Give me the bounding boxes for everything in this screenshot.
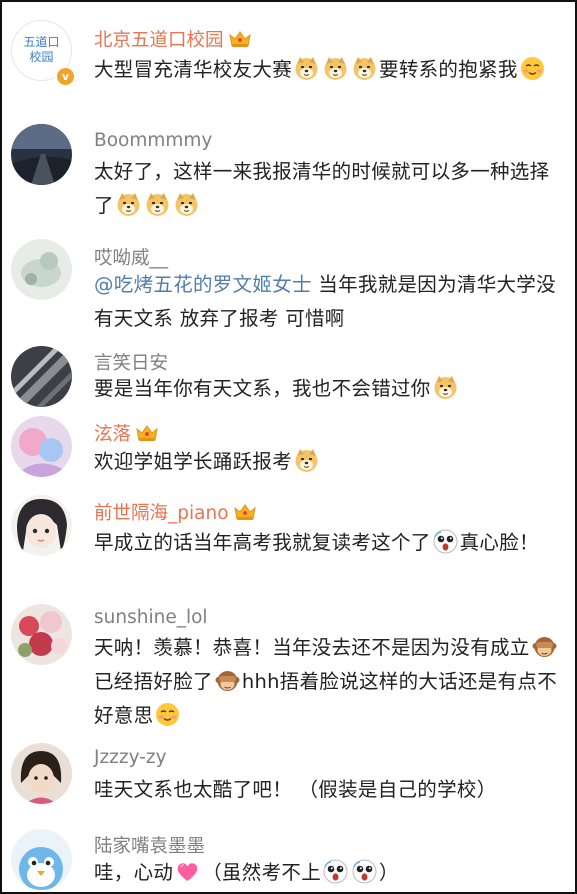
smug-face-emoji bbox=[155, 702, 180, 727]
comment-text-segment: 要是当年你有天文系，我也不会错过你 bbox=[94, 377, 431, 400]
avatar-logo-text: 五道口 校园 bbox=[23, 35, 60, 64]
avatar[interactable] bbox=[11, 346, 72, 407]
comment-text: 要是当年你有天文系，我也不会错过你 bbox=[94, 372, 564, 406]
doge-emoji bbox=[174, 192, 199, 217]
comment-text: 欢迎学姐学长踊跃报考 bbox=[94, 445, 564, 479]
comment-text-segment: （虽然考不上 bbox=[202, 861, 322, 884]
avatar[interactable] bbox=[11, 829, 72, 890]
username: sunshine_lol bbox=[94, 607, 208, 628]
username-link[interactable]: 哎呦威__ bbox=[94, 244, 168, 270]
comment-text-segment: ） bbox=[379, 861, 399, 884]
username: 哎呦威__ bbox=[94, 248, 169, 269]
doge-emoji bbox=[145, 192, 170, 217]
username: 北京五道口校园 bbox=[94, 30, 224, 51]
username: 陆家嘴袁墨墨 bbox=[94, 836, 206, 857]
username-link[interactable]: sunshine_lol bbox=[94, 607, 208, 628]
shocked-face-emoji bbox=[433, 529, 458, 554]
smug-face-emoji bbox=[520, 56, 545, 81]
comment-text: 太好了，这样一来我报清华的时候就可以多一种选择了 bbox=[94, 155, 564, 223]
comment-text-segment: 天呐！羡慕！恭喜！当年没去还不是因为没有成立 bbox=[94, 636, 530, 659]
see-no-evil-monkey-emoji bbox=[215, 668, 240, 693]
vip-crown-icon bbox=[135, 423, 159, 443]
avatar[interactable] bbox=[11, 124, 72, 185]
comment-text: 大型冒充清华校友大赛 要转系的抱紧我 bbox=[94, 53, 564, 87]
username: Jzzzy-zy bbox=[94, 747, 167, 768]
avatar[interactable] bbox=[11, 604, 72, 665]
username-link[interactable]: 前世隔海_piano bbox=[94, 499, 257, 525]
comment-text: @吃烤五花的罗文姬女士 当年我就是因为清华大学没有天文系 放弃了报考 可惜啊 bbox=[94, 268, 564, 336]
avatar[interactable] bbox=[11, 239, 72, 300]
doge-emoji bbox=[433, 375, 458, 400]
comment-text-segment: 大型冒充清华校友大赛 bbox=[94, 58, 293, 81]
avatar[interactable] bbox=[11, 416, 72, 477]
username: 泫落 bbox=[94, 424, 132, 445]
username-link[interactable]: Boommmmy bbox=[94, 130, 212, 151]
username-link[interactable]: 陆家嘴袁墨墨 bbox=[94, 832, 205, 858]
shocked-face-emoji bbox=[323, 859, 348, 884]
comment-text-segment: 早成立的话当年高考我就复读考这个了 bbox=[94, 531, 431, 554]
comment-text-segment: 真心脸！ bbox=[459, 531, 539, 554]
comment-text: 天呐！羡慕！恭喜！当年没去还不是因为没有成立 已经捂好脸了 hhh捂着脸说这样的大话… bbox=[94, 631, 564, 733]
comment-text: 早成立的话当年高考我就复读考这个了 真心脸！ bbox=[94, 526, 564, 560]
doge-emoji bbox=[116, 192, 141, 217]
verified-badge: v bbox=[55, 66, 76, 87]
avatar[interactable] bbox=[11, 495, 72, 556]
comment-text: 哇天文系也太酷了吧！ （假装是自己的学校） bbox=[94, 773, 564, 807]
shocked-face-emoji bbox=[352, 859, 377, 884]
comment-text-segment: 哇天文系也太酷了吧！ （假装是自己的学校） bbox=[94, 778, 497, 801]
comment-text-segment: 哇，心动 bbox=[94, 861, 174, 884]
comment-text: 哇，心动 （虽然考不上 ） bbox=[94, 856, 564, 890]
doge-emoji bbox=[294, 56, 319, 81]
username: 前世隔海_piano bbox=[94, 503, 229, 524]
doge-emoji bbox=[323, 56, 348, 81]
comment-text-segment: 已经捂好脸了 bbox=[94, 670, 213, 693]
avatar[interactable] bbox=[11, 743, 72, 804]
pink-heart-emoji bbox=[175, 859, 200, 884]
doge-emoji bbox=[352, 56, 377, 81]
comment-list: 五道口 校园 v 北京五道口校园 大型冒充清华校友大赛 要转系的抱紧我 Boomm… bbox=[0, 0, 577, 894]
vip-crown-icon bbox=[228, 29, 252, 49]
comment-text-segment: 欢迎学姐学长踊跃报考 bbox=[94, 450, 293, 473]
mention-link[interactable]: @吃烤五花的罗文姬女士 bbox=[94, 273, 312, 296]
vip-crown-icon bbox=[233, 502, 257, 522]
username-link[interactable]: 北京五道口校园 bbox=[94, 26, 252, 52]
username-link[interactable]: 泫落 bbox=[94, 420, 159, 446]
username-link[interactable]: Jzzzy-zy bbox=[94, 747, 167, 768]
username: 言笑日安 bbox=[94, 353, 169, 374]
comment-text-segment: 要转系的抱紧我 bbox=[379, 58, 518, 81]
doge-emoji bbox=[294, 448, 319, 473]
see-no-evil-monkey-emoji bbox=[532, 634, 557, 659]
username: Boommmmy bbox=[94, 130, 213, 151]
